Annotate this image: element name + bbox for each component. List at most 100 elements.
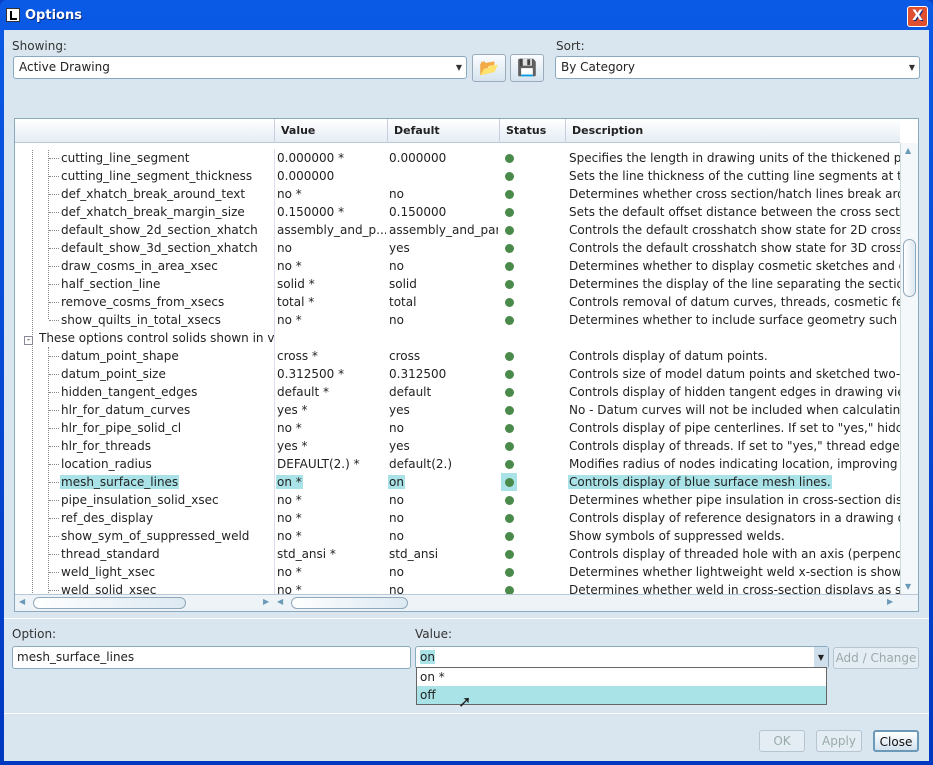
option-name: default_show_2d_section_xhatch	[61, 223, 258, 237]
option-default: 0.312500	[389, 367, 447, 381]
status-icon	[501, 473, 517, 491]
scroll-up-icon[interactable]: ▲	[905, 146, 911, 155]
table-row[interactable]: thread_standard std_ansi * std_ansi Control…	[15, 545, 900, 563]
option-value: yes *	[277, 439, 308, 453]
tree-connector	[49, 320, 59, 321]
option-default: total	[389, 295, 417, 309]
options-dialog: Options X Showing: Active Drawing ▼ 📂 💾 S…	[0, 0, 933, 765]
column-header-name[interactable]	[15, 119, 274, 143]
option-value: total *	[277, 295, 315, 309]
table-row[interactable]: hlr_for_datum_curves yes * yes No - Datum c…	[15, 401, 900, 419]
option-value: 0.150000 *	[277, 205, 345, 219]
option-description: Show symbols of suppressed welds.	[569, 529, 785, 543]
table-row[interactable]: ref_des_display no * no Controls display of…	[15, 509, 900, 527]
showing-select[interactable]: Active Drawing ▼	[13, 56, 467, 79]
option-description: Controls display of datum points.	[569, 349, 768, 363]
chevron-down-icon[interactable]: ▼	[814, 647, 828, 668]
open-config-button[interactable]: 📂	[472, 54, 506, 82]
option-name: hlr_for_pipe_solid_cl	[61, 421, 182, 435]
table-row[interactable]: datum_point_size 0.312500 * 0.312500 Contro…	[15, 365, 900, 383]
scroll-down-icon[interactable]: ▼	[905, 582, 911, 591]
vertical-scroll-thumb[interactable]	[903, 239, 916, 297]
table-row[interactable]: default_show_2d_section_xhatch assembly_a…	[15, 221, 900, 239]
tree-connector	[49, 554, 59, 555]
table-row[interactable]: def_xhatch_break_around_text no * no Determ…	[15, 185, 900, 203]
column-header-default[interactable]: Default	[387, 119, 499, 143]
sort-label: Sort:	[556, 39, 585, 53]
add-change-button[interactable]: Add / Change	[833, 647, 919, 669]
column-header-status[interactable]: Status	[499, 119, 565, 143]
table-row[interactable]: show_sym_of_suppressed_weld no * no Show sy…	[15, 527, 900, 545]
scroll-right-icon[interactable]: ▶	[263, 597, 269, 606]
option-value: 0.312500 *	[277, 367, 345, 381]
column-header-description[interactable]: Description	[565, 119, 900, 143]
table-row[interactable]: pipe_insulation_solid_xsec no * no Determin…	[15, 491, 900, 509]
table-row[interactable]: cutting_line_segment 0.000000 * 0.000000 Sp…	[15, 149, 900, 167]
option-default: no	[389, 421, 404, 435]
option-description: Determines whether cross section/hatch l…	[569, 187, 900, 201]
showing-label: Showing:	[12, 39, 67, 53]
status-icon	[501, 545, 517, 563]
vertical-scrollbar[interactable]: ▲ ▼	[900, 143, 918, 595]
status-icon	[501, 149, 517, 167]
option-default: std_ansi	[389, 547, 439, 561]
option-value: on *	[276, 475, 303, 489]
table-row[interactable]: hlr_for_pipe_solid_cl no * no Controls disp…	[15, 419, 900, 437]
value-combo[interactable]: on ▼	[415, 646, 829, 669]
column-header-value[interactable]: Value	[274, 119, 387, 143]
table-row[interactable]: mesh_surface_lines on * on Controls display…	[15, 473, 900, 491]
tree-connector	[49, 482, 59, 483]
table-body: cutting_line_segment 0.000000 * 0.000000 Sp…	[15, 149, 900, 595]
horizontal-scrollbars[interactable]: ◀ ▶ ◀ ▶	[15, 594, 918, 611]
close-window-button[interactable]: X	[907, 6, 928, 27]
apply-button[interactable]: Apply	[816, 730, 862, 752]
dropdown-option-off[interactable]: off	[417, 686, 826, 704]
option-default: yes	[389, 439, 410, 453]
table-row[interactable]: hlr_for_threads yes * yes Controls display …	[15, 437, 900, 455]
option-input[interactable]: mesh_surface_lines	[12, 646, 411, 669]
tree-connector	[49, 194, 59, 195]
scroll-left-icon[interactable]: ◀	[277, 597, 283, 606]
table-row[interactable]: draw_cosms_in_area_xsec no * no Determines …	[15, 257, 900, 275]
option-value: no *	[277, 187, 302, 201]
scroll-left-icon[interactable]: ◀	[19, 597, 25, 606]
close-button[interactable]: Close	[873, 730, 919, 752]
tree-connector	[49, 230, 59, 231]
save-config-button[interactable]: 💾	[510, 54, 544, 82]
table-row[interactable]: remove_cosms_from_xsecs total * total Contr…	[15, 293, 900, 311]
group-row[interactable]: - These options control solids shown in v…	[15, 329, 900, 347]
option-default: cross	[389, 349, 421, 363]
option-default: no	[389, 511, 404, 525]
table-row[interactable]: half_section_line solid * solid Determines …	[15, 275, 900, 293]
table-row[interactable]: location_radius DEFAULT(2.) * default(2.) M…	[15, 455, 900, 473]
option-value: 0.000000 *	[277, 151, 345, 165]
option-default	[388, 169, 390, 183]
tree-connector	[49, 392, 59, 393]
table-row[interactable]: datum_point_shape cross * cross Controls di…	[15, 347, 900, 365]
option-name: ref_des_display	[61, 511, 154, 525]
collapse-icon[interactable]: -	[24, 329, 38, 347]
option-description: Determines whether pipe insulation in cr…	[569, 493, 900, 507]
name-column-scroll-thumb[interactable]	[33, 597, 186, 609]
columns-scroll-thumb[interactable]	[291, 597, 408, 609]
option-value: no *	[277, 565, 302, 579]
dialog-body: Showing: Active Drawing ▼ 📂 💾 Sort: By Ca…	[4, 30, 929, 761]
table-row[interactable]: hidden_tangent_edges default * default Cont…	[15, 383, 900, 401]
scroll-right-icon[interactable]: ▶	[887, 597, 893, 606]
table-row[interactable]: show_quilts_in_total_xsecs no * no Determin…	[15, 311, 900, 329]
table-row[interactable]: def_xhatch_break_margin_size 0.150000 * 0.…	[15, 203, 900, 221]
tree-connector	[49, 500, 59, 501]
tree-connector	[49, 428, 59, 429]
sort-select[interactable]: By Category ▼	[555, 56, 920, 79]
option-name: location_radius	[61, 457, 152, 471]
table-row[interactable]: default_show_3d_section_xhatch no yes Contr…	[15, 239, 900, 257]
option-default: assembly_and_part	[389, 223, 498, 237]
dropdown-option-on[interactable]: on *	[417, 668, 826, 686]
tree-connector	[49, 410, 59, 411]
table-row[interactable]: cutting_line_segment_thickness 0.000000 Se…	[15, 167, 900, 185]
option-name: hlr_for_threads	[61, 439, 151, 453]
table-row[interactable]: weld_solid_xsec no * no Determines whether …	[15, 581, 900, 595]
save-icon: 💾	[517, 58, 537, 77]
ok-button[interactable]: OK	[759, 730, 805, 752]
table-row[interactable]: weld_light_xsec no * no Determines whether …	[15, 563, 900, 581]
